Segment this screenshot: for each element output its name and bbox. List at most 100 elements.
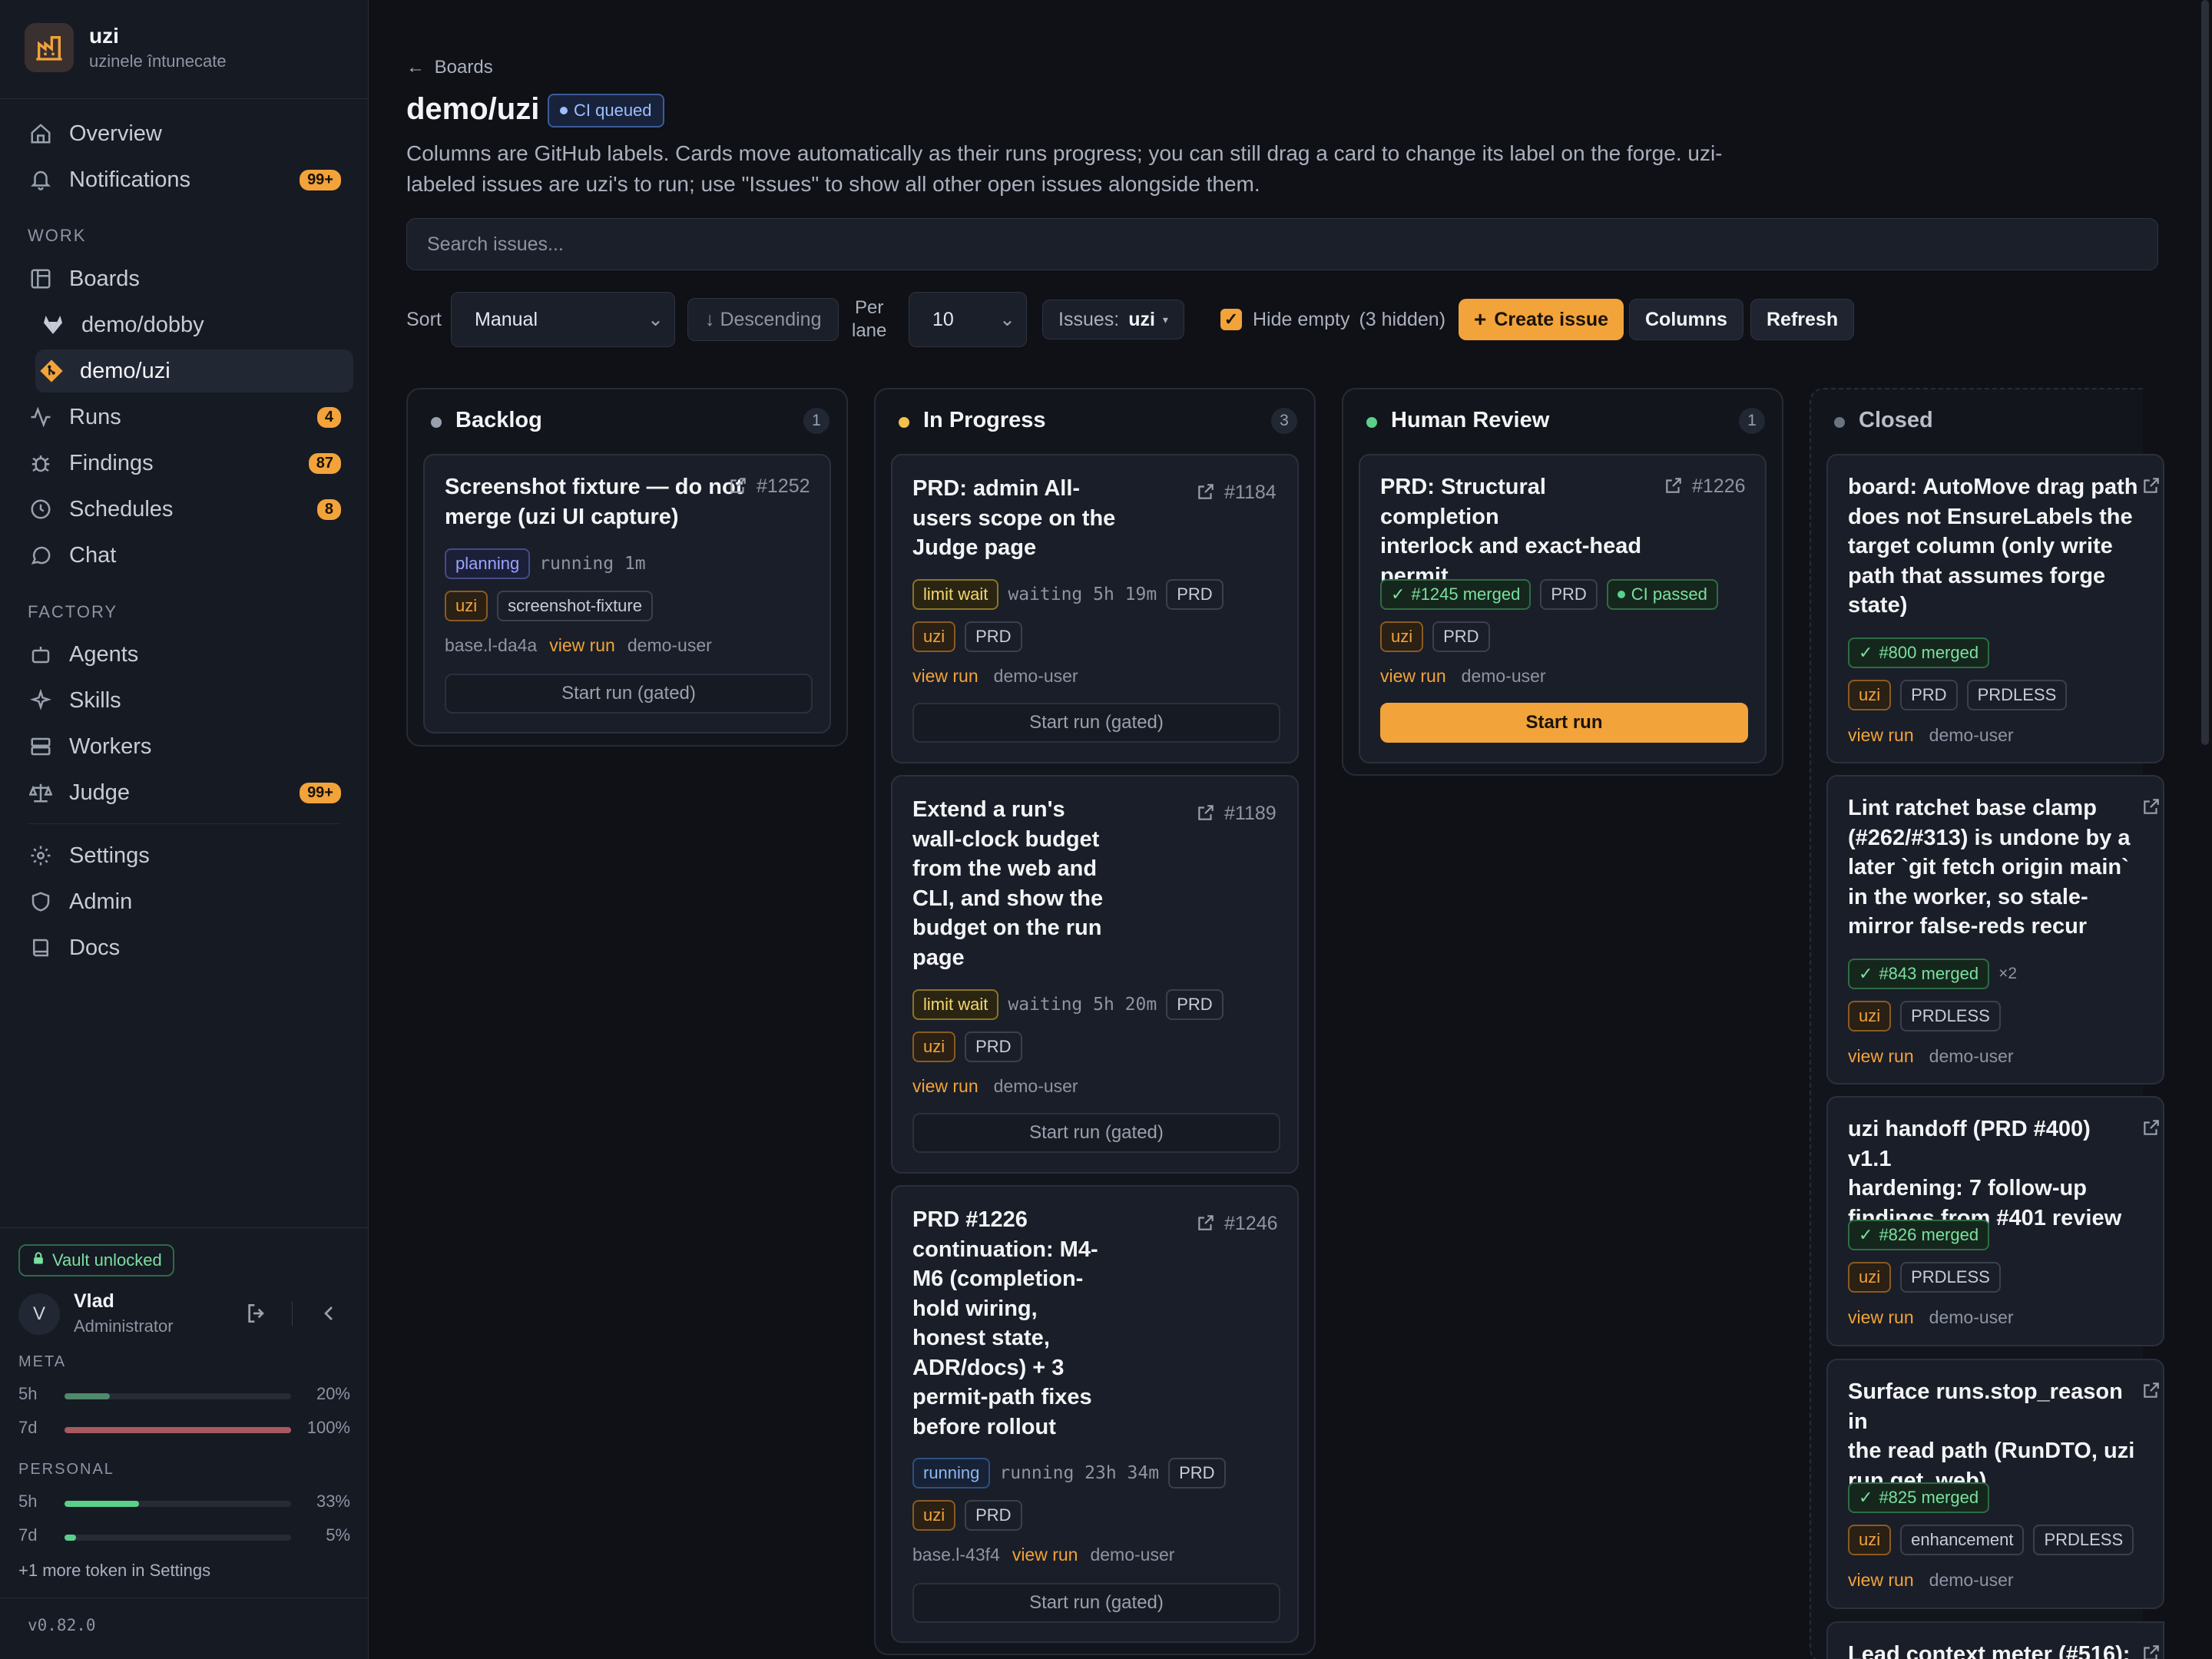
ci-status-label: CI queued [574,101,652,120]
view-run-link[interactable]: view run [1380,666,1446,687]
issue-card[interactable]: PRD: Structural completion interlock and… [1359,454,1767,763]
external-link-icon[interactable] [1196,1213,1216,1233]
card-title[interactable]: PRD: Structural completion interlock and… [1380,472,1664,591]
issue-card[interactable]: PRD #1226 continuation: M4- M6 (completi… [891,1185,1299,1643]
per-lane-select[interactable]: 10 ⌄ [909,292,1027,347]
card-meta-row: view run demo-user [1380,660,1546,692]
external-link-icon[interactable] [2141,475,2161,495]
card-title[interactable]: PRD #1226 continuation: M4- M6 (completi… [912,1205,1143,1442]
gitlab-icon [40,312,66,338]
vault-status-badge[interactable]: Vault unlocked [18,1244,174,1277]
nav-workers[interactable]: Workers [25,725,341,768]
nav-schedules[interactable]: Schedules 8 [25,488,341,531]
card-title[interactable]: Lead context meter (#516): [1848,1640,2140,1659]
nav-overview[interactable]: Overview [25,112,341,155]
column-backlog: Backlog 1 Screenshot fixture — do not me… [406,388,848,747]
start-run-button[interactable]: Start run [1380,703,1748,743]
vertical-scrollbar[interactable] [2201,0,2209,745]
issue-card[interactable]: uzi handoff (PRD #400) v1.1 hardening: 7… [1826,1096,2164,1346]
issue-card[interactable]: Lint ratchet base clamp (#262/#313) is u… [1826,775,2164,1084]
more-tokens-link[interactable]: +1 more token in Settings [18,1561,210,1581]
nav-docs[interactable]: Docs [25,926,341,969]
issue-card[interactable]: Screenshot fixture — do not merge (uzi U… [423,454,831,733]
issue-number[interactable]: #1252 [757,475,810,498]
view-run-link[interactable]: view run [1848,725,1914,746]
issues-filter-select[interactable]: Issues: uzi ▾ [1042,300,1184,339]
sort-select[interactable]: Manual ⌄ [451,292,675,347]
external-link-icon[interactable] [2141,1380,2161,1400]
schedules-badge: 8 [316,498,341,520]
vault-label: Vault unlocked [52,1250,162,1270]
card-title[interactable]: Surface runs.stop_reason in the read pat… [1848,1377,2140,1495]
issue-card[interactable]: Extend a run's wall-clock budget from th… [891,775,1299,1174]
issue-number[interactable]: #1189 [1224,803,1277,825]
view-run-link[interactable]: view run [549,635,615,656]
issue-number[interactable]: #1184 [1224,482,1277,504]
start-run-gated-button[interactable]: Start run (gated) [912,1583,1280,1623]
external-link-icon[interactable] [2141,796,2161,816]
columns-button[interactable]: Columns [1629,299,1743,340]
avatar[interactable]: V [18,1293,60,1335]
view-run-link[interactable]: view run [1848,1307,1914,1328]
nav-runs[interactable]: Runs 4 [25,396,341,439]
external-link-icon[interactable] [2141,1643,2161,1659]
external-link-icon[interactable] [1196,803,1216,823]
card-title-line: uzi handoff (PRD #400) v1.1 [1848,1117,2091,1171]
nav-findings[interactable]: Findings 87 [25,442,341,485]
chevron-down-icon: ⌄ [999,309,1015,330]
back-link[interactable]: ← Boards [406,57,493,78]
sort-value: Manual [475,308,538,330]
label-chip: uzi [912,1031,956,1062]
collapse-chevron-icon[interactable] [316,1301,341,1331]
card-title-line: continuation: M4- [912,1237,1098,1262]
external-link-icon[interactable] [1664,475,1684,495]
start-run-gated-button[interactable]: Start run (gated) [912,1113,1280,1153]
checkbox-checked-icon[interactable]: ✓ [1220,309,1242,330]
issue-card[interactable]: board: AutoMove drag path does not Ensur… [1826,454,2164,763]
card-title[interactable]: PRD: admin All- users scope on the Judge… [912,474,1143,563]
refresh-button[interactable]: Refresh [1750,299,1855,340]
nav-chat[interactable]: Chat [25,534,341,577]
search-input[interactable]: Search issues... [406,218,2158,270]
external-link-icon[interactable] [2141,1118,2161,1137]
issue-card[interactable]: Lead context meter (#516): [1826,1621,2164,1659]
create-issue-button[interactable]: + Create issue [1459,299,1624,340]
view-run-link[interactable]: view run [1848,1046,1914,1067]
view-run-link[interactable]: view run [1012,1545,1078,1565]
nav-agents[interactable]: Agents [25,633,341,676]
start-run-gated-button[interactable]: Start run (gated) [445,674,813,714]
nav-admin[interactable]: Admin [25,880,341,923]
nav-board-dobby[interactable]: demo/dobby [37,303,353,346]
external-link-icon[interactable] [1196,482,1216,502]
brand[interactable]: uzi uzinele întunecate [25,23,227,72]
nav-settings[interactable]: Settings [25,834,341,877]
issue-number[interactable]: #1226 [1692,475,1746,498]
status-chip: limit wait [912,989,999,1020]
view-run-link[interactable]: view run [912,666,979,687]
issue-number[interactable]: #1246 [1224,1213,1278,1235]
nav-board-uzi[interactable]: demo/uzi [35,349,353,392]
card-user: demo-user [993,665,1078,686]
nav-skills[interactable]: Skills [25,679,341,722]
view-run-link[interactable]: view run [1848,1570,1914,1591]
issue-card[interactable]: Surface runs.stop_reason in the read pat… [1826,1359,2164,1609]
label-chip: screenshot-fixture [497,591,653,621]
order-toggle-button[interactable]: ↓ Descending [687,298,839,341]
view-run-link[interactable]: view run [912,1076,979,1097]
meter-window: 7d [18,1525,38,1545]
external-link-icon[interactable] [728,475,748,495]
nav-boards[interactable]: Boards [25,257,341,300]
hide-empty-toggle[interactable]: ✓ Hide empty (3 hidden) [1220,292,1445,347]
start-run-gated-button[interactable]: Start run (gated) [912,703,1280,743]
card-title[interactable]: Extend a run's wall-clock budget from th… [912,795,1143,972]
card-title[interactable]: uzi handoff (PRD #400) v1.1 hardening: 7… [1848,1114,2140,1233]
card-title[interactable]: board: AutoMove drag path does not Ensur… [1848,472,2140,621]
logout-icon[interactable] [244,1301,269,1331]
nav-judge[interactable]: Judge 99+ [25,771,341,814]
card-title[interactable]: Screenshot fixture — do not merge (uzi U… [445,472,743,531]
issue-card[interactable]: PRD: admin All- users scope on the Judge… [891,454,1299,763]
nav-notifications[interactable]: Notifications 99+ [25,158,341,201]
column-closed: Closed board: AutoMove drag path does no… [1810,388,2164,1659]
chevron-down-icon: ⌄ [647,309,664,330]
card-title[interactable]: Lint ratchet base clamp (#262/#313) is u… [1848,793,2140,942]
